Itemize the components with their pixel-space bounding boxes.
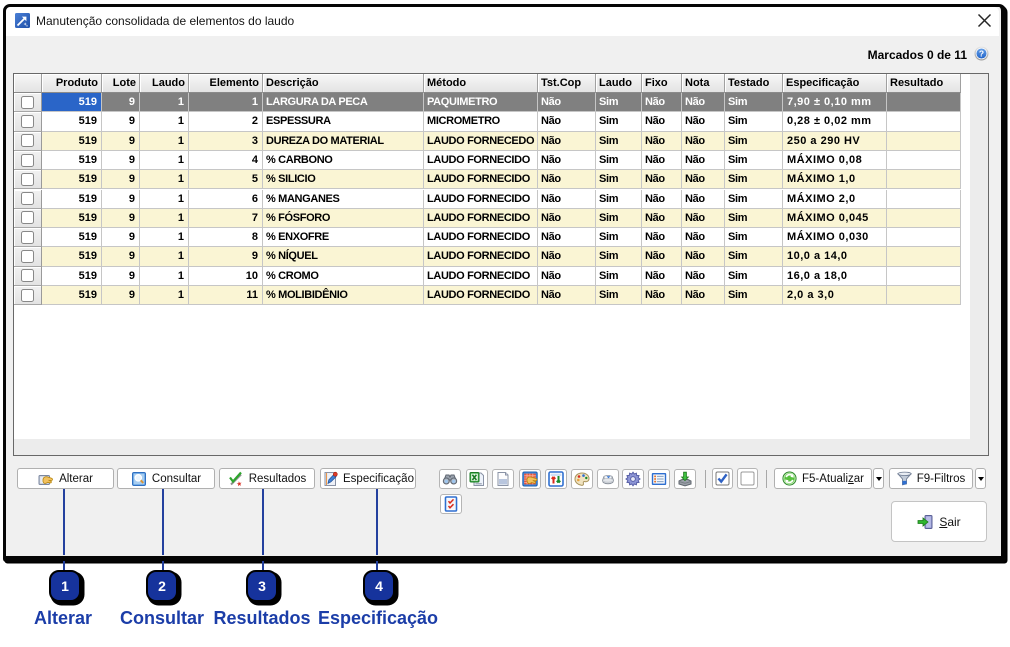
svg-text:?: ? xyxy=(979,49,984,59)
